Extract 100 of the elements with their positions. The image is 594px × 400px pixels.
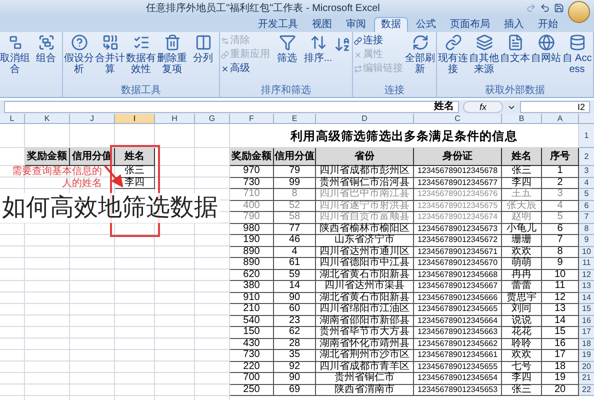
column-letter[interactable]: J (70, 114, 115, 124)
ribbon-tab[interactable]: 视图 (306, 17, 338, 32)
ribbon-tab[interactable]: 审阅 (340, 17, 372, 32)
table-cell: 4 (292, 246, 298, 257)
ribbon-button[interactable]: 取消组合 (0, 34, 30, 75)
sort-icon (310, 34, 326, 51)
ribbon-tab[interactable]: 插入 (498, 17, 530, 32)
table-cell: 四川省成都市青羊区 (320, 362, 410, 372)
table-cell: 3 (557, 189, 563, 200)
ribbon-small-button[interactable]: 高级 (221, 63, 270, 75)
sort-icon[interactable] (334, 36, 351, 53)
table-cell: 61 (288, 258, 300, 268)
row-number: 3 (584, 167, 589, 176)
column-letter[interactable]: I (115, 114, 155, 124)
ribbon-button[interactable]: 自网站 (531, 34, 561, 64)
column-letter[interactable]: F (230, 114, 274, 124)
table-cell: 14 (554, 316, 566, 326)
column-header: 省份 (354, 152, 374, 162)
ribbon-button[interactable]: 自文本 (500, 34, 530, 64)
table-cell: 59 (288, 270, 300, 280)
table-cell: 123456789012345674 (417, 212, 498, 222)
ribbon-small-button[interactable]: 连接 (354, 35, 403, 47)
table-cell: 77 (288, 224, 300, 234)
ribbon-button[interactable]: 删除重复项 (157, 34, 187, 75)
table-cell: 123456789012345661 (417, 350, 498, 360)
ribbon-tab[interactable]: 开始 (532, 17, 564, 32)
table-cell: 35 (288, 350, 300, 360)
table-cell: 七号 (512, 362, 532, 372)
column-letter[interactable]: H (155, 114, 195, 124)
table-cell: 四川省达州市通川区 (320, 246, 410, 257)
table-cell: 16 (554, 338, 566, 349)
column-letter[interactable]: D (316, 114, 414, 124)
office-button[interactable] (568, 1, 590, 23)
table-cell: 28 (288, 338, 300, 349)
criteria-cell: 李四 (124, 178, 144, 188)
ribbon-button[interactable]: 分列 (188, 34, 218, 64)
table-cell: 210 (243, 304, 260, 314)
group-label: 数据工具 (121, 86, 161, 96)
ribbon-button[interactable]: 现有连接 (438, 34, 468, 75)
table-cell: 赵明 (512, 212, 532, 222)
ribbon-tab[interactable]: 公式 (410, 17, 442, 32)
ribbon-tab[interactable]: 数据 (374, 17, 408, 32)
ribbon-tab[interactable]: 开发工具 (252, 17, 304, 32)
table-cell: 10 (554, 270, 566, 280)
ribbon-tab[interactable]: 页面布局 (444, 17, 496, 32)
ribbon-button[interactable]: 筛选 (272, 34, 302, 64)
criteria-header: 奖励金额 (27, 152, 67, 162)
table-cell: 18 (554, 362, 566, 372)
table-cell: 9 (557, 258, 563, 268)
ribbon-button[interactable]: 组合 (31, 34, 61, 64)
column-letter[interactable]: K (25, 114, 70, 124)
fx-button[interactable]: fx (463, 101, 503, 113)
ribbon-button[interactable]: 自 Access (562, 34, 592, 75)
document-icon (506, 34, 524, 51)
column-letter[interactable]: A (542, 114, 579, 124)
row-number: 16 (582, 316, 591, 325)
annotation-text: 需要查询基本信息的 (12, 166, 102, 178)
column-letter[interactable]: C (414, 114, 502, 124)
table-cell: 12 (554, 292, 566, 303)
row-number: 8 (584, 224, 589, 233)
table-cell: 430 (243, 338, 260, 349)
table-cell: 张天辰 (506, 200, 536, 211)
table-cell: 123456789012345663 (417, 327, 498, 338)
table-cell: 123456789012345676 (417, 189, 498, 200)
link-icon (221, 51, 229, 59)
column-letter[interactable]: B (502, 114, 542, 124)
ribbon-button[interactable]: 合并计算 (95, 34, 125, 75)
row-number: 2 (584, 152, 589, 160)
column-letter[interactable]: L (0, 114, 25, 124)
table-cell: 400 (243, 200, 260, 211)
columns-icon (194, 34, 212, 51)
table-cell: 四川省成都市彭州区 (320, 166, 410, 176)
row-number: 6 (584, 202, 589, 210)
table-cell: 四川省自贡市富顺县 (320, 212, 410, 222)
ribbon-button[interactable]: 数据有效性 (126, 34, 156, 75)
close-icon (354, 51, 362, 59)
table-cell: 5 (557, 212, 563, 222)
table-cell: 123456789012345655 (417, 362, 498, 372)
column-letter[interactable]: G (195, 114, 230, 124)
ribbon-button[interactable]: 假设分析 (64, 34, 94, 75)
table-cell: 123456789012345678 (417, 166, 498, 176)
row-number: 21 (582, 374, 591, 382)
table-cell: 2 (557, 178, 563, 188)
column-header: 奖励金额 (232, 152, 272, 162)
ribbon-button[interactable]: 排序... (303, 34, 333, 64)
formula-field[interactable]: 姓名 (4, 101, 459, 113)
table-cell: 聆聆 (512, 338, 532, 349)
window-title: 任意排序外地员工"福利红包"工作表 - Microsoft Excel (146, 2, 380, 16)
table-cell: 123456789012345677 (417, 178, 498, 188)
save-icon[interactable] (554, 3, 564, 13)
column-header: 姓名 (512, 152, 532, 162)
table-cell: 说说 (512, 316, 532, 326)
table-cell: 贵州省铜仁市沿河县 (320, 178, 410, 188)
undo-icon[interactable] (540, 3, 550, 13)
ribbon-button[interactable]: 全部刷新 (405, 34, 435, 75)
table-cell: 四川省达州市渠县 (324, 281, 404, 292)
checklist-icon (132, 34, 150, 51)
ribbon-button[interactable]: 自其他来源 (469, 34, 499, 75)
name-box[interactable]: I2 (520, 101, 590, 113)
column-letter[interactable]: E (274, 114, 316, 124)
